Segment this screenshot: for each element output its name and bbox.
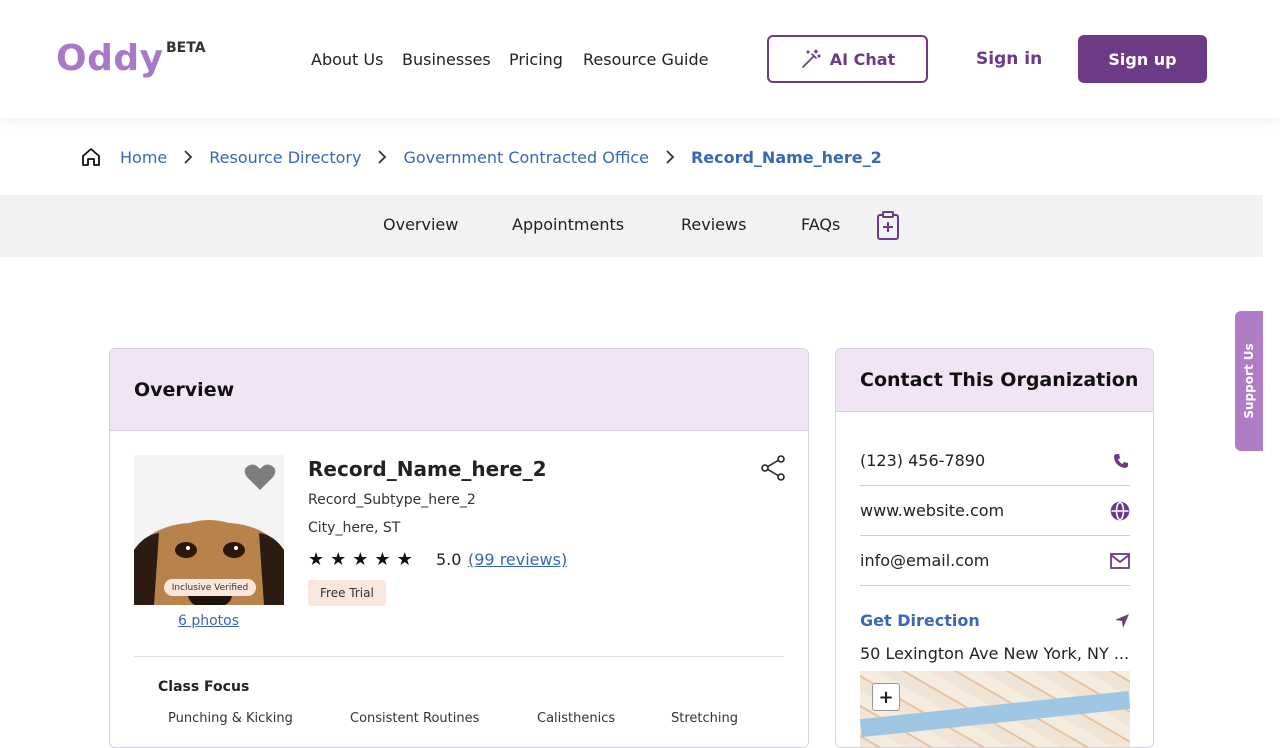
sign-in-link[interactable]: Sign in [976,49,1042,69]
star-icon: ★ [352,549,369,570]
tab-appointments[interactable]: Appointments [512,215,624,234]
chevron-right-icon [377,149,387,165]
map-zoom-in-button[interactable]: + [872,683,900,711]
nav-businesses[interactable]: Businesses [402,50,491,69]
rating-value: 5.0 [436,550,462,569]
star-rating: ★ ★ ★ ★ ★ [308,549,413,570]
divider [134,656,784,657]
ai-chat-button[interactable]: AI Chat [767,35,928,83]
breadcrumb-current: Record_Name_here_2 [690,147,882,167]
photos-link[interactable]: 6 photos [178,613,239,629]
magic-wand-icon [801,49,821,68]
tab-overview[interactable]: Overview [383,215,458,234]
free-trial-badge: Free Trial [308,580,386,606]
logo[interactable]: Oddy [56,38,164,79]
map[interactable]: + [860,671,1130,747]
tab-faqs[interactable]: FAQs [801,215,840,234]
contact-website-row[interactable]: www.website.com [860,486,1130,536]
share-icon[interactable] [760,455,786,481]
nav-about-us[interactable]: About Us [311,50,383,69]
class-focus-item: Consistent Routines [350,711,480,726]
star-icon: ★ [330,549,347,570]
home-icon[interactable] [80,146,102,168]
breadcrumb-government-office[interactable]: Government Contracted Office [403,148,648,167]
breadcrumb-home[interactable]: Home [120,148,167,167]
record-name: Record_Name_here_2 [308,457,547,481]
navigation-arrow-icon [1115,613,1129,628]
class-focus-item: Calisthenics [537,711,616,726]
site-header: Oddy BETA About Us Businesses Pricing Re… [0,0,1280,118]
section-tab-bar: Overview Appointments Reviews FAQs [0,195,1263,257]
class-focus-item: Stretching [671,711,738,726]
class-focus-label: Class Focus [158,679,250,695]
chevron-right-icon [183,149,193,165]
get-direction-link[interactable]: Get Direction [860,611,1130,630]
record-city: City_here, ST [308,520,401,536]
contact-heading: Contact This Organization [836,349,1153,412]
beta-label: BETA [166,40,206,56]
email-address: info@email.com [860,551,990,570]
contact-email-row[interactable]: info@email.com [860,536,1130,586]
map-river [860,690,1130,738]
address-text: 50 Lexington Ave New York, NY ... [860,644,1130,663]
breadcrumb-resource-directory[interactable]: Resource Directory [209,148,361,167]
reviews-link[interactable]: (99 reviews) [468,550,567,569]
contact-phone-row[interactable]: (123) 456-7890 [860,436,1130,486]
nav-resource-guide[interactable]: Resource Guide [583,50,708,69]
chevron-right-icon [665,149,675,165]
ai-chat-label: AI Chat [829,49,896,69]
phone-icon [1114,453,1128,468]
overview-card: Overview Inclusive Verified 6 photos Rec… [109,348,809,748]
phone-number: (123) 456-7890 [860,451,986,470]
record-subtype: Record_Subtype_here_2 [308,492,476,508]
inclusive-verified-badge: Inclusive Verified [164,579,256,596]
globe-icon [1110,501,1130,520]
nav-pricing[interactable]: Pricing [509,50,563,69]
contact-card: Contact This Organization (123) 456-7890… [835,348,1154,748]
tab-reviews[interactable]: Reviews [681,215,746,234]
class-focus-item: Punching & Kicking [168,711,293,726]
support-us-tab[interactable]: Support Us [1235,311,1263,451]
heart-icon[interactable] [244,463,276,491]
get-direction-label: Get Direction [860,611,980,630]
clipboard-plus-icon[interactable] [876,211,900,241]
breadcrumb: Home Resource Directory Government Contr… [80,144,882,170]
sign-up-button[interactable]: Sign up [1078,35,1207,83]
mail-icon [1110,552,1130,569]
website-link: www.website.com [860,501,1005,520]
support-us-label: Support Us [1242,343,1256,419]
overview-heading: Overview [110,349,808,431]
star-icon: ★ [396,549,413,570]
star-icon: ★ [308,549,325,570]
star-icon: ★ [374,549,391,570]
